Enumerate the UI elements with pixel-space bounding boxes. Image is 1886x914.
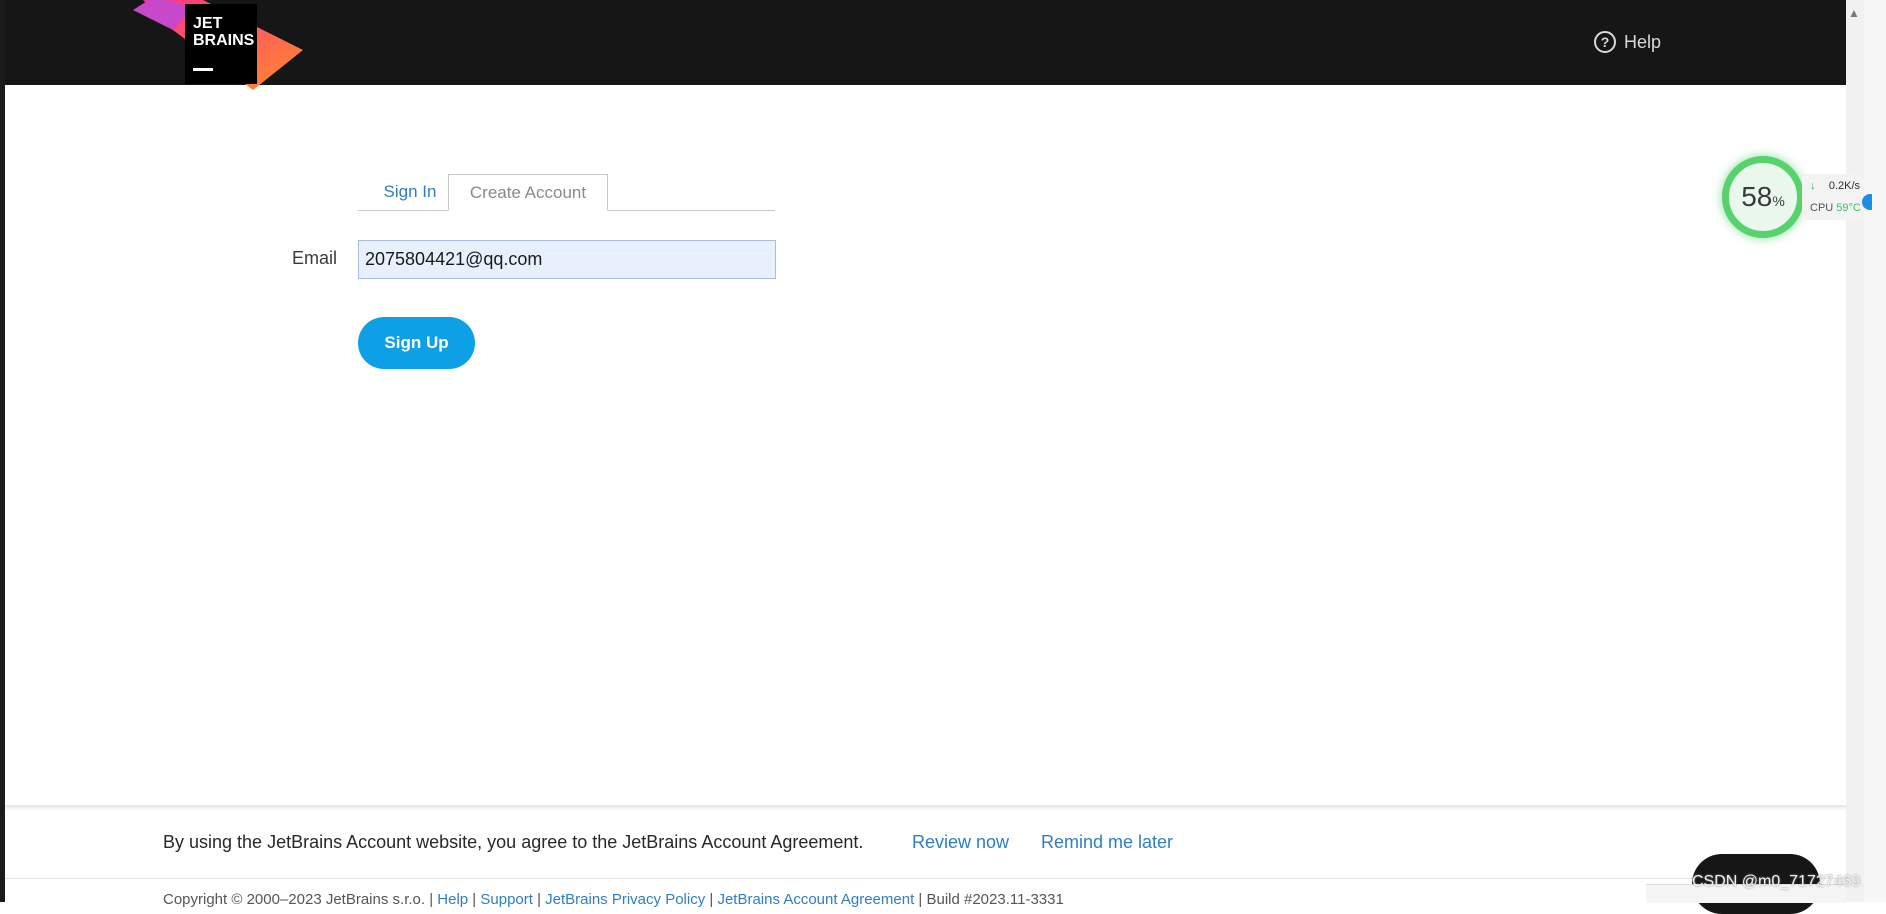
footer-link-agreement[interactable]: JetBrains Account Agreement bbox=[717, 891, 914, 908]
footer-link-privacy[interactable]: JetBrains Privacy Policy bbox=[545, 891, 705, 908]
build-number: | Build #2023.11-3331 bbox=[918, 891, 1064, 908]
logo-text-jet: JET bbox=[193, 15, 223, 32]
footer-divider bbox=[5, 878, 1846, 879]
network-speed: ↓ 0.2K/s bbox=[1810, 180, 1864, 192]
copyright-line: Copyright © 2000–2023 JetBrains s.r.o. |… bbox=[163, 891, 1064, 908]
tab-create-account[interactable]: Create Account bbox=[448, 174, 608, 211]
browser-side-strip bbox=[1864, 0, 1886, 902]
help-link[interactable]: ? Help bbox=[1594, 28, 1661, 56]
cpu-temperature: CPU 59°C bbox=[1810, 202, 1861, 214]
vertical-scrollbar[interactable] bbox=[1846, 0, 1864, 902]
cpu-usage-ring: 58% bbox=[1722, 156, 1804, 238]
csdn-watermark: CSDN @m0_71727469 bbox=[1692, 873, 1861, 890]
cpu-monitor-widget[interactable]: 58% ↓ 0.2K/s CPU 59°C bbox=[1722, 156, 1864, 242]
review-now-link[interactable]: Review now bbox=[912, 832, 1009, 853]
footer-link-support[interactable]: Support bbox=[480, 891, 533, 908]
copyright-text: Copyright © 2000–2023 JetBrains s.r.o. | bbox=[163, 891, 434, 908]
network-speed-value: 0.2K/s bbox=[1828, 180, 1860, 192]
jetbrains-logo[interactable]: JET BRAINS bbox=[133, 0, 303, 90]
cpu-usage-percent: 58% bbox=[1741, 181, 1785, 212]
remind-me-later-link[interactable]: Remind me later bbox=[1041, 832, 1173, 853]
scroll-up-arrow-icon[interactable]: ▲ bbox=[1848, 6, 1860, 20]
tab-sign-in[interactable]: Sign In bbox=[366, 174, 454, 210]
sign-up-button[interactable]: Sign Up bbox=[358, 317, 475, 369]
email-field[interactable] bbox=[358, 240, 776, 279]
window-left-border bbox=[0, 0, 5, 902]
top-bar: JET BRAINS ? Help bbox=[5, 0, 1846, 90]
logo-text-brains: BRAINS bbox=[193, 32, 255, 49]
download-arrow-icon: ↓ bbox=[1810, 180, 1816, 192]
question-circle-icon: ? bbox=[1594, 31, 1616, 53]
cpu-stats-panel: ↓ 0.2K/s CPU 59°C bbox=[1802, 174, 1864, 220]
footer-link-help[interactable]: Help bbox=[437, 891, 468, 908]
auth-tabs: Sign In Create Account bbox=[358, 174, 775, 211]
side-badge-icon[interactable] bbox=[1862, 194, 1872, 210]
help-label: Help bbox=[1624, 31, 1662, 52]
agreement-text: By using the JetBrains Account website, … bbox=[163, 832, 864, 852]
email-label: Email bbox=[292, 248, 338, 268]
